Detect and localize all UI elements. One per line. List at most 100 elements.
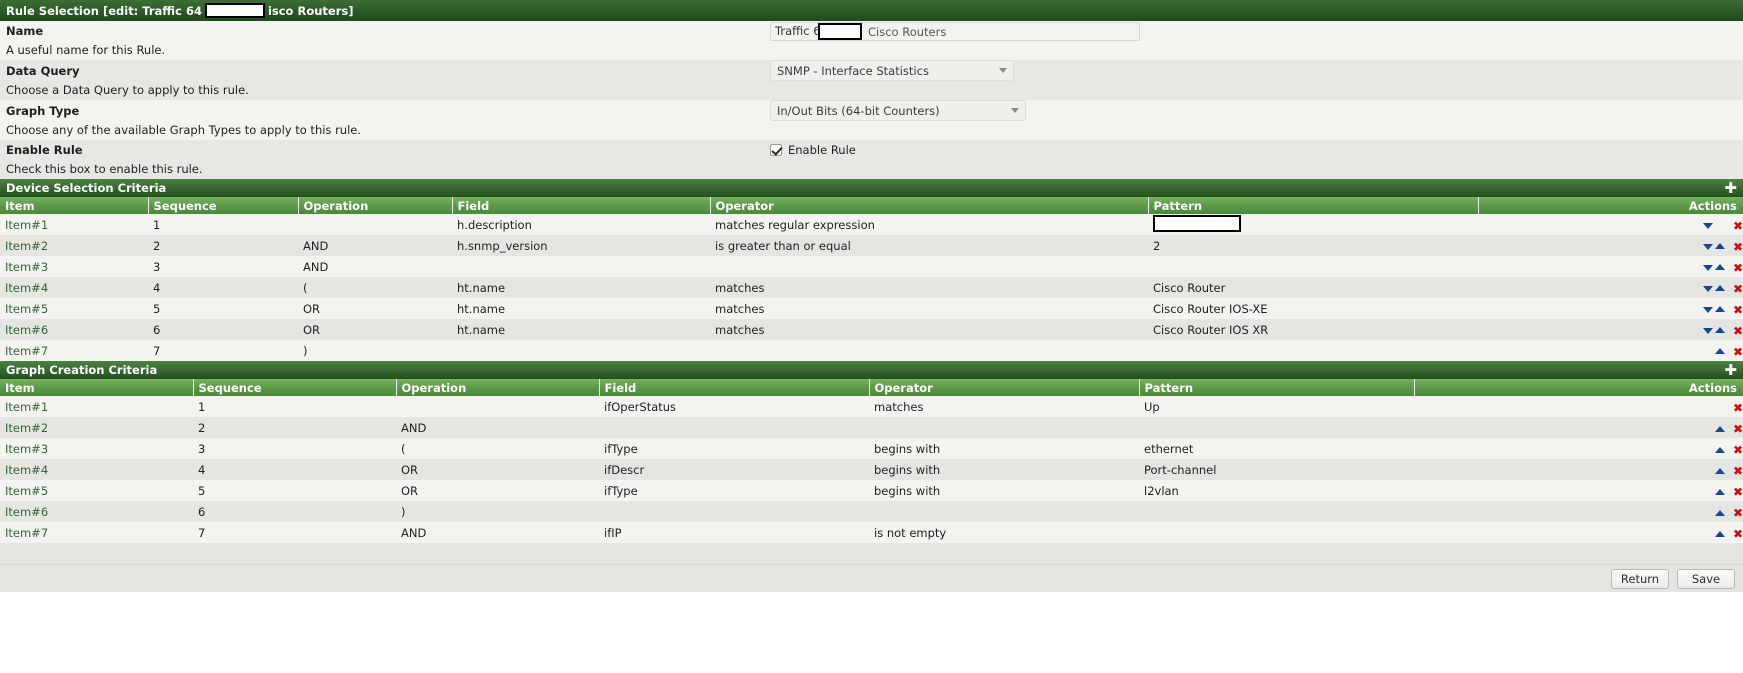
delete-row-icon[interactable]: ✖ bbox=[1733, 423, 1743, 435]
add-device-criteria-plus-icon[interactable]: ✚ bbox=[1724, 181, 1737, 196]
cell-item[interactable]: Item#3 bbox=[0, 256, 148, 277]
move-up-icon[interactable] bbox=[1714, 306, 1725, 312]
cell-actions: ✖ bbox=[1414, 501, 1743, 522]
item-link[interactable]: Item#1 bbox=[5, 400, 48, 414]
move-up-icon[interactable] bbox=[1714, 285, 1725, 291]
cell-actions: ✖ bbox=[1478, 214, 1743, 235]
cell-item[interactable]: Item#5 bbox=[0, 298, 148, 319]
graph-type-select[interactable]: In/Out Bits (64-bit Counters) bbox=[770, 100, 1026, 121]
cell-operation: OR bbox=[303, 301, 321, 316]
cell-actions: ✖ bbox=[1414, 480, 1743, 501]
delete-row-icon[interactable]: ✖ bbox=[1733, 262, 1743, 274]
delete-row-icon[interactable]: ✖ bbox=[1733, 402, 1743, 414]
move-up-icon[interactable] bbox=[1714, 446, 1725, 453]
move-up-icon[interactable] bbox=[1714, 425, 1725, 432]
save-button[interactable]: Save bbox=[1677, 568, 1735, 589]
cell-pattern: 2 bbox=[1153, 238, 1161, 253]
table-header-row: Item Sequence Operation Field Operator P… bbox=[0, 197, 1743, 214]
row-actions: ✖ bbox=[1697, 507, 1743, 519]
item-link[interactable]: Item#1 bbox=[5, 218, 48, 232]
move-down-icon[interactable] bbox=[1702, 285, 1713, 292]
return-button[interactable]: Return bbox=[1611, 568, 1669, 589]
move-up-icon[interactable] bbox=[1714, 327, 1725, 333]
cell-item[interactable]: Item#7 bbox=[0, 340, 148, 361]
name-field-wrap: Cisco Routers bbox=[770, 21, 1140, 41]
move-up-icon[interactable] bbox=[1714, 264, 1725, 270]
add-graph-criteria-plus-icon[interactable]: ✚ bbox=[1724, 363, 1737, 378]
move-up-icon[interactable] bbox=[1714, 509, 1725, 516]
item-link[interactable]: Item#4 bbox=[5, 463, 48, 477]
delete-row-icon[interactable]: ✖ bbox=[1733, 444, 1743, 456]
move-up-icon[interactable] bbox=[1714, 467, 1725, 474]
item-link[interactable]: Item#5 bbox=[5, 302, 48, 316]
cell-operation bbox=[298, 214, 452, 235]
enable-rule-checkbox-row[interactable]: Enable Rule bbox=[770, 143, 856, 157]
cell-sequence: 3 bbox=[153, 259, 161, 274]
move-down-icon[interactable] bbox=[1702, 243, 1713, 250]
row-actions: ✖ bbox=[1697, 346, 1743, 358]
cell-item[interactable]: Item#4 bbox=[0, 277, 148, 298]
table-row: Item#4 4 OR ifDescr begins with Port-channel ✖ bbox=[0, 459, 1743, 480]
device-selection-table: Item Sequence Operation Field Operator P… bbox=[0, 197, 1743, 361]
delete-row-icon[interactable]: ✖ bbox=[1733, 465, 1743, 477]
cell-item[interactable]: Item#7 bbox=[0, 522, 193, 543]
cell-operator bbox=[869, 501, 1139, 522]
redaction-block-title bbox=[204, 3, 265, 18]
item-link[interactable]: Item#2 bbox=[5, 421, 48, 435]
cell-sequence: 4 bbox=[153, 280, 161, 295]
move-down-icon[interactable] bbox=[1702, 222, 1713, 229]
cell-operator bbox=[710, 340, 1148, 361]
cell-actions: ✖ bbox=[1478, 277, 1743, 298]
delete-row-icon[interactable]: ✖ bbox=[1733, 528, 1743, 540]
move-up-icon[interactable] bbox=[1714, 348, 1725, 354]
cell-item[interactable]: Item#2 bbox=[0, 235, 148, 256]
item-link[interactable]: Item#7 bbox=[5, 344, 48, 358]
delete-row-icon[interactable]: ✖ bbox=[1733, 304, 1743, 316]
page-titlebar: Rule Selection [edit: Traffic 64 isco Ro… bbox=[0, 0, 1743, 21]
cell-item[interactable]: Item#3 bbox=[0, 438, 193, 459]
delete-row-icon[interactable]: ✖ bbox=[1733, 486, 1743, 498]
delete-row-icon[interactable]: ✖ bbox=[1733, 220, 1743, 232]
cell-operation: OR bbox=[401, 462, 419, 477]
move-up-icon[interactable] bbox=[1714, 530, 1725, 537]
cell-operator: begins with bbox=[874, 441, 941, 456]
cell-actions: ✖ bbox=[1478, 340, 1743, 361]
cell-pattern: Up bbox=[1144, 399, 1160, 414]
col-operator: Operator bbox=[710, 197, 1149, 214]
cell-item[interactable]: Item#5 bbox=[0, 480, 193, 501]
cell-item[interactable]: Item#1 bbox=[0, 214, 148, 235]
item-link[interactable]: Item#3 bbox=[5, 260, 48, 274]
cell-item[interactable]: Item#4 bbox=[0, 459, 193, 480]
delete-row-icon[interactable]: ✖ bbox=[1733, 346, 1743, 358]
item-link[interactable]: Item#6 bbox=[5, 505, 48, 519]
delete-row-icon[interactable]: ✖ bbox=[1733, 325, 1743, 337]
delete-row-icon[interactable]: ✖ bbox=[1733, 241, 1743, 253]
item-link[interactable]: Item#3 bbox=[5, 442, 48, 456]
cell-item[interactable]: Item#1 bbox=[0, 396, 193, 417]
cell-sequence: 1 bbox=[153, 217, 161, 232]
form-row-name: Name Cisco Routers bbox=[0, 21, 1743, 41]
move-up-icon[interactable] bbox=[1714, 488, 1725, 495]
cell-operator: matches bbox=[715, 322, 765, 337]
item-link[interactable]: Item#2 bbox=[5, 239, 48, 253]
move-down-icon[interactable] bbox=[1702, 306, 1713, 313]
cell-item[interactable]: Item#6 bbox=[0, 501, 193, 522]
delete-row-icon[interactable]: ✖ bbox=[1733, 507, 1743, 519]
item-link[interactable]: Item#6 bbox=[5, 323, 48, 337]
item-link[interactable]: Item#7 bbox=[5, 526, 48, 540]
item-link[interactable]: Item#4 bbox=[5, 281, 48, 295]
item-link[interactable]: Item#5 bbox=[5, 484, 48, 498]
cell-item[interactable]: Item#2 bbox=[0, 417, 193, 438]
cell-operation: AND bbox=[303, 259, 329, 274]
data-query-select[interactable]: SNMP - Interface Statistics bbox=[770, 60, 1014, 81]
move-up-icon[interactable] bbox=[1714, 243, 1725, 249]
row-actions: ✖ bbox=[1697, 220, 1743, 232]
delete-row-icon[interactable]: ✖ bbox=[1733, 283, 1743, 295]
cell-field: ifType bbox=[604, 483, 638, 498]
cell-item[interactable]: Item#6 bbox=[0, 319, 148, 340]
move-down-icon[interactable] bbox=[1702, 264, 1713, 271]
move-down-icon[interactable] bbox=[1702, 327, 1713, 334]
cell-operation bbox=[396, 396, 599, 417]
cell-sequence: 6 bbox=[153, 322, 161, 337]
checkbox-checked-icon[interactable] bbox=[770, 144, 782, 156]
